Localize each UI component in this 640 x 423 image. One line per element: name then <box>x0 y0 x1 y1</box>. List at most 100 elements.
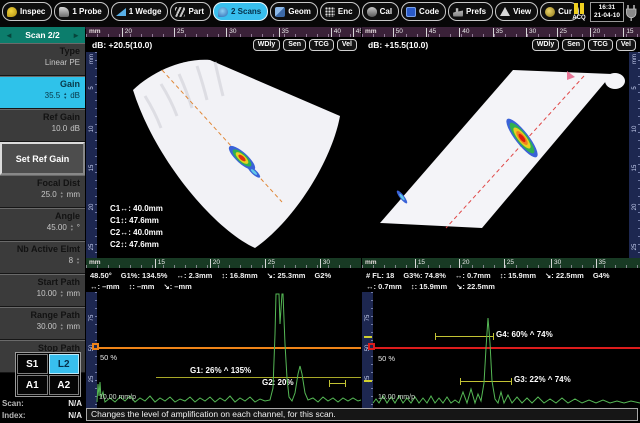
sen-button[interactable]: Sen <box>562 39 585 51</box>
cursor-readout-line: C2↔: 40.0mm <box>110 227 163 239</box>
tab-2-scans[interactable]: 2 Scans <box>213 2 268 21</box>
param-type[interactable]: TypeLinear PE <box>0 43 85 76</box>
power-plug-icon <box>624 4 639 26</box>
param-label: Range Path <box>0 308 85 320</box>
tab-1-wedge[interactable]: 1 Wedge <box>111 2 169 21</box>
tab-enc[interactable]: Enc <box>320 2 360 21</box>
ruler-tick: 30 <box>320 259 330 268</box>
tab-1-probe[interactable]: 1 Probe <box>54 2 108 21</box>
droplet-icon <box>7 7 17 17</box>
param-value: 35.5▲▼dB <box>0 89 85 100</box>
readout-item: ↘: 22.5mm <box>456 282 495 291</box>
tab-inspec[interactable]: Inspec <box>2 2 52 21</box>
pause-icon <box>570 3 588 14</box>
readout-item: G4% <box>593 271 610 280</box>
status-bar: Changes the level of amplification on ea… <box>86 408 638 421</box>
stepper-icon[interactable]: ▲▼ <box>70 224 74 232</box>
tab-label: 1 Probe <box>72 7 101 16</box>
ruler-unit: mm <box>89 28 101 35</box>
left-top-ruler: mm202530354045 <box>86 27 361 37</box>
readout-item: # FL: 18 <box>366 271 394 280</box>
vel-button[interactable]: Vel <box>337 39 357 51</box>
tcg-button[interactable]: TCG <box>588 39 613 51</box>
ruler-tick: 45 <box>426 28 436 37</box>
right-bottom-ruler: mm1520253035 <box>362 258 640 268</box>
param-start-path[interactable]: Start Path10.00▲▼mm <box>0 274 85 307</box>
group-button-s1[interactable]: S1 <box>17 354 48 374</box>
scans-icon <box>218 7 228 17</box>
wdly-button[interactable]: WDly <box>532 39 560 51</box>
cursor-readout-line: C1↕: 47.6mm <box>110 215 163 227</box>
tab-geom[interactable]: Geom <box>270 2 318 21</box>
preferences-icon <box>453 7 463 17</box>
scan-selector[interactable]: ◄ Scan 2/2 ► <box>0 27 85 43</box>
acq-label: ACQ <box>570 15 588 21</box>
group-button-l2[interactable]: L2 <box>49 354 80 374</box>
stepper-icon[interactable]: ▲▼ <box>60 290 64 298</box>
ruler-tick: 40 <box>459 28 469 37</box>
param-gain[interactable]: Gain35.5▲▼dB <box>0 76 85 109</box>
ruler-tick: 20 <box>210 259 220 268</box>
stepper-icon[interactable]: ▲▼ <box>60 323 64 331</box>
param-focal-dist[interactable]: Focal Dist25.0▲▼mm <box>0 175 85 208</box>
ruler-tick: 10 <box>89 120 95 138</box>
param-nb-active-elmt[interactable]: Nb Active Elmt8▲▼ <box>0 241 85 274</box>
readout-item: G2% <box>314 271 331 280</box>
param-ref-gain[interactable]: Ref Gain10.0dB <box>0 109 85 142</box>
left-scale-label: 10.00 mm/p <box>99 394 136 401</box>
tcg-button[interactable]: TCG <box>309 39 334 51</box>
right-db-row: dB: +15.5(10.0) WDlySenTCGVel <box>362 37 640 52</box>
readout-item: ↕: 16.8mm <box>221 271 257 280</box>
right-scan-image <box>362 52 629 258</box>
view-icon <box>500 7 510 16</box>
tab-label: Inspec <box>20 7 45 16</box>
param-value: Linear PE <box>0 56 85 67</box>
tab-label: 1 Wedge <box>129 7 162 16</box>
readout-item: ↕: 15.9mm <box>500 271 536 280</box>
tab-part[interactable]: Part <box>170 2 211 21</box>
readout-item: ↔: 0.7mm <box>455 271 491 280</box>
stepper-icon[interactable]: ▲▼ <box>60 191 64 199</box>
omniscan-ui: Inspec 1 Probe 1 Wedge Part 2 ScansGeom Enc Ca… <box>0 0 640 423</box>
tab-code[interactable]: Code <box>401 2 446 21</box>
wdly-button[interactable]: WDly <box>253 39 281 51</box>
top-menu-bar: Inspec 1 Probe 1 Wedge Part 2 ScansGeom Enc Ca… <box>0 0 640 29</box>
menu-tabs: Inspec 1 Probe 1 Wedge Part 2 ScansGeom Enc Ca… <box>2 2 579 21</box>
tab-cal[interactable]: Cal <box>362 2 399 21</box>
right-readout-line2: ↔: 0.7mm↕: 15.9mm↘: 22.5mm <box>366 282 495 291</box>
next-scan-arrow[interactable]: ► <box>72 31 80 40</box>
param-range-path[interactable]: Range Path30.00▲▼mm <box>0 307 85 340</box>
scan-selector-title: Scan 2/2 <box>25 30 60 40</box>
ruler-tick: 20 <box>89 198 95 216</box>
tab-label: Part <box>188 7 204 16</box>
probe-icon <box>59 7 69 17</box>
prev-scan-arrow[interactable]: ◄ <box>5 31 13 40</box>
group-button-a2[interactable]: A2 <box>49 375 80 395</box>
param-label: Focal Dist <box>0 176 85 188</box>
vel-button[interactable]: Vel <box>616 39 636 51</box>
group-button-a1[interactable]: A1 <box>17 375 48 395</box>
right-ascan-view[interactable]: 755025 50 % G4: 60% ^ 74% G3: 22% ^ 74% … <box>362 292 640 408</box>
param-value: 25.0▲▼mm <box>0 188 85 199</box>
tab-view[interactable]: View <box>495 2 538 21</box>
parameter-list: TypeLinear PEGain35.5▲▼dBRef Gain10.0dBS… <box>0 43 85 373</box>
sen-button[interactable]: Sen <box>283 39 306 51</box>
right-readout-line1: # FL: 18G3%: 74.8%↔: 0.7mm↕: 15.9mm↘: 22… <box>366 271 610 280</box>
ruler-tick: 25 <box>557 28 567 37</box>
tab-prefs[interactable]: Prefs <box>448 2 493 21</box>
readout-item: ↕: 15.9mm <box>411 282 447 291</box>
set-ref-gain-button[interactable]: Set Ref Gain <box>0 142 85 175</box>
param-label: Ref Gain <box>0 110 85 122</box>
index-position-value: N/A <box>68 411 82 420</box>
ruler-tick: 50 <box>393 28 403 37</box>
left-sectorial-scan-view[interactable]: mm510152025 C1↔: 40.0mmC1↕: 47.6mmC2↔: 4… <box>86 52 361 258</box>
tab-label: Enc <box>338 7 353 16</box>
tab-label: Prefs <box>466 7 486 16</box>
left-ascan-view[interactable]: 755025 50 % G1: 26% ^ 135% G2: 20% 10.00… <box>86 292 361 408</box>
right-linear-scan-view[interactable]: mm510152025 <box>362 52 640 258</box>
stepper-icon[interactable]: ▲▼ <box>63 92 67 100</box>
stepper-icon[interactable]: ▲▼ <box>76 257 80 265</box>
readout-item: 48.50° <box>90 271 112 280</box>
param-angle[interactable]: Angle45.00▲▼° <box>0 208 85 241</box>
readout-item: ↘: –mm <box>163 282 191 291</box>
